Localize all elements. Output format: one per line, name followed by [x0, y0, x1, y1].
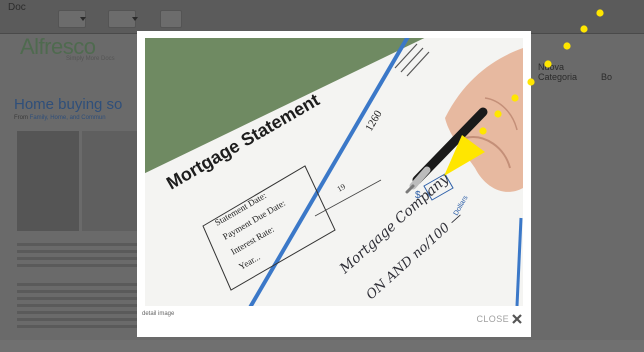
- article-meta-links[interactable]: Family, Home, and Commun: [30, 115, 106, 121]
- mortgage-statement-photo: Mortgage Statement Statement Date: Payme…: [145, 38, 523, 306]
- article-title[interactable]: Home buying so: [14, 96, 122, 113]
- body-text-line: [17, 264, 140, 267]
- body-text-line: [17, 250, 140, 253]
- nav-item-more[interactable]: Bo: [601, 72, 612, 82]
- chevron-down-icon: [80, 17, 86, 21]
- article-meta-prefix: From: [14, 115, 28, 121]
- site-logo-subtitle: Simply More Docs: [66, 56, 115, 62]
- close-label: CLOSE: [476, 314, 509, 324]
- close-button[interactable]: CLOSE: [476, 312, 522, 326]
- nav-item-new-category[interactable]: Nuova Categoria: [538, 62, 577, 82]
- body-text-line: [17, 311, 140, 314]
- chevron-down-icon: [132, 17, 138, 21]
- background-footer: [0, 340, 644, 352]
- body-text-line: [17, 318, 140, 321]
- body-text-line: [17, 297, 140, 300]
- background-toolbar: Doc: [0, 0, 644, 34]
- article-thumbnail[interactable]: [17, 131, 79, 231]
- toolbar-button-delete[interactable]: [160, 10, 182, 28]
- toolbar-label: Doc: [8, 2, 26, 13]
- body-text-line: [17, 304, 140, 307]
- image-caption: detail image: [142, 311, 175, 317]
- image-lightbox: Mortgage Statement Statement Date: Payme…: [137, 31, 531, 337]
- body-text-line: [17, 290, 140, 293]
- article-thumbnail-secondary: [82, 131, 140, 231]
- background-nav: Nuova Categoria Bo: [538, 62, 644, 82]
- body-text-line: [17, 283, 140, 286]
- body-text-line: [17, 325, 140, 328]
- detail-photo: Mortgage Statement Statement Date: Payme…: [145, 38, 523, 306]
- body-text-line: [17, 243, 140, 246]
- article-meta: From Family, Home, and Commun: [14, 115, 106, 121]
- page: Doc Alfresco Simply More Docs Nuova Cate…: [0, 0, 644, 352]
- body-text-line: [17, 257, 140, 260]
- close-icon[interactable]: [512, 314, 522, 324]
